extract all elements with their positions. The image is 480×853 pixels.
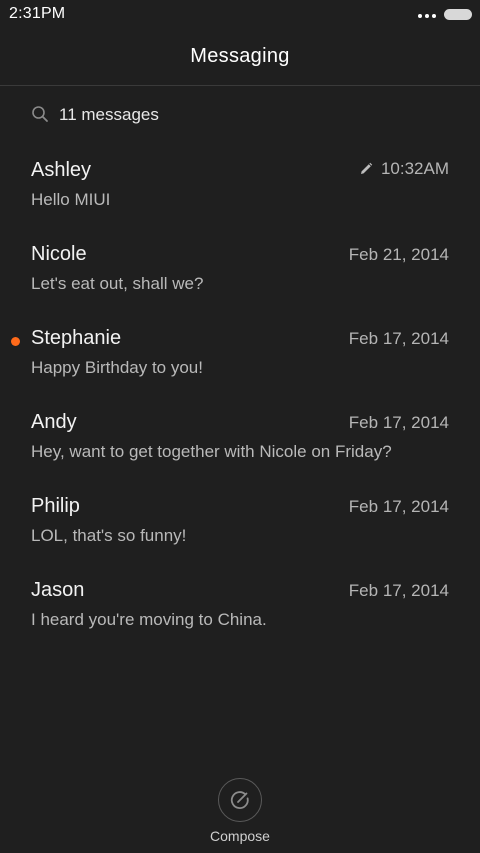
conversation-name: Philip <box>31 495 80 517</box>
conversation-preview: I heard you're moving to China. <box>31 610 267 629</box>
conversation-item[interactable]: Andy Feb 17, 2014 Hey, want to get toget… <box>0 395 480 479</box>
title-bar: Messaging <box>0 28 480 86</box>
conversation-preview: Happy Birthday to you! <box>31 358 203 377</box>
compose-label: Compose <box>210 828 270 844</box>
status-icons <box>418 8 472 20</box>
conversation-item[interactable]: Ashley 10:32AM Hello MIUI <box>0 143 480 227</box>
search-bar[interactable]: 11 messages <box>0 87 480 143</box>
compose-icon <box>230 791 249 809</box>
conversation-time: Feb 17, 2014 <box>348 581 449 600</box>
conversation-item[interactable]: Jason Feb 17, 2014 I heard you're moving… <box>0 563 480 647</box>
conversation-preview: Let's eat out, shall we? <box>31 274 204 293</box>
battery-icon <box>444 8 472 20</box>
conversation-item[interactable]: Stephanie Feb 17, 2014 Happy Birthday to… <box>0 311 480 395</box>
conversation-name: Jason <box>31 579 85 601</box>
conversation-time: Feb 17, 2014 <box>348 497 449 516</box>
conversation-preview: LOL, that's so funny! <box>31 526 187 545</box>
conversation-item[interactable]: Philip Feb 17, 2014 LOL, that's so funny… <box>0 479 480 563</box>
search-icon <box>32 106 48 122</box>
page-title: Messaging <box>190 45 290 67</box>
pencil-icon <box>360 162 373 174</box>
conversation-time: Feb 17, 2014 <box>348 413 449 432</box>
unread-indicator <box>11 337 20 346</box>
conversation-time: 10:32AM <box>380 159 449 178</box>
messaging-screen: 2:31PM Messaging 11 messages Ashley 10:3… <box>0 0 480 853</box>
conversation-item[interactable]: Nicole Feb 21, 2014 Let's eat out, shall… <box>0 227 480 311</box>
conversation-name: Ashley <box>31 159 92 181</box>
conversation-time: Feb 17, 2014 <box>348 329 449 348</box>
conversation-preview: Hey, want to get together with Nicole on… <box>31 442 392 461</box>
conversation-preview: Hello MIUI <box>31 190 111 209</box>
conversation-list: Ashley 10:32AM Hello MIUI Nicole Feb 21,… <box>0 143 480 647</box>
compose-button[interactable] <box>218 778 262 822</box>
status-time: 2:31PM <box>9 5 66 22</box>
conversation-name: Stephanie <box>31 327 122 349</box>
search-label: 11 messages <box>59 105 159 124</box>
status-bar: 2:31PM <box>0 0 480 28</box>
compose-area: Compose <box>0 778 480 844</box>
conversation-name: Nicole <box>31 243 87 265</box>
conversation-time: Feb 21, 2014 <box>348 245 449 264</box>
more-dots-icon <box>418 14 436 18</box>
conversation-name: Andy <box>31 411 77 433</box>
